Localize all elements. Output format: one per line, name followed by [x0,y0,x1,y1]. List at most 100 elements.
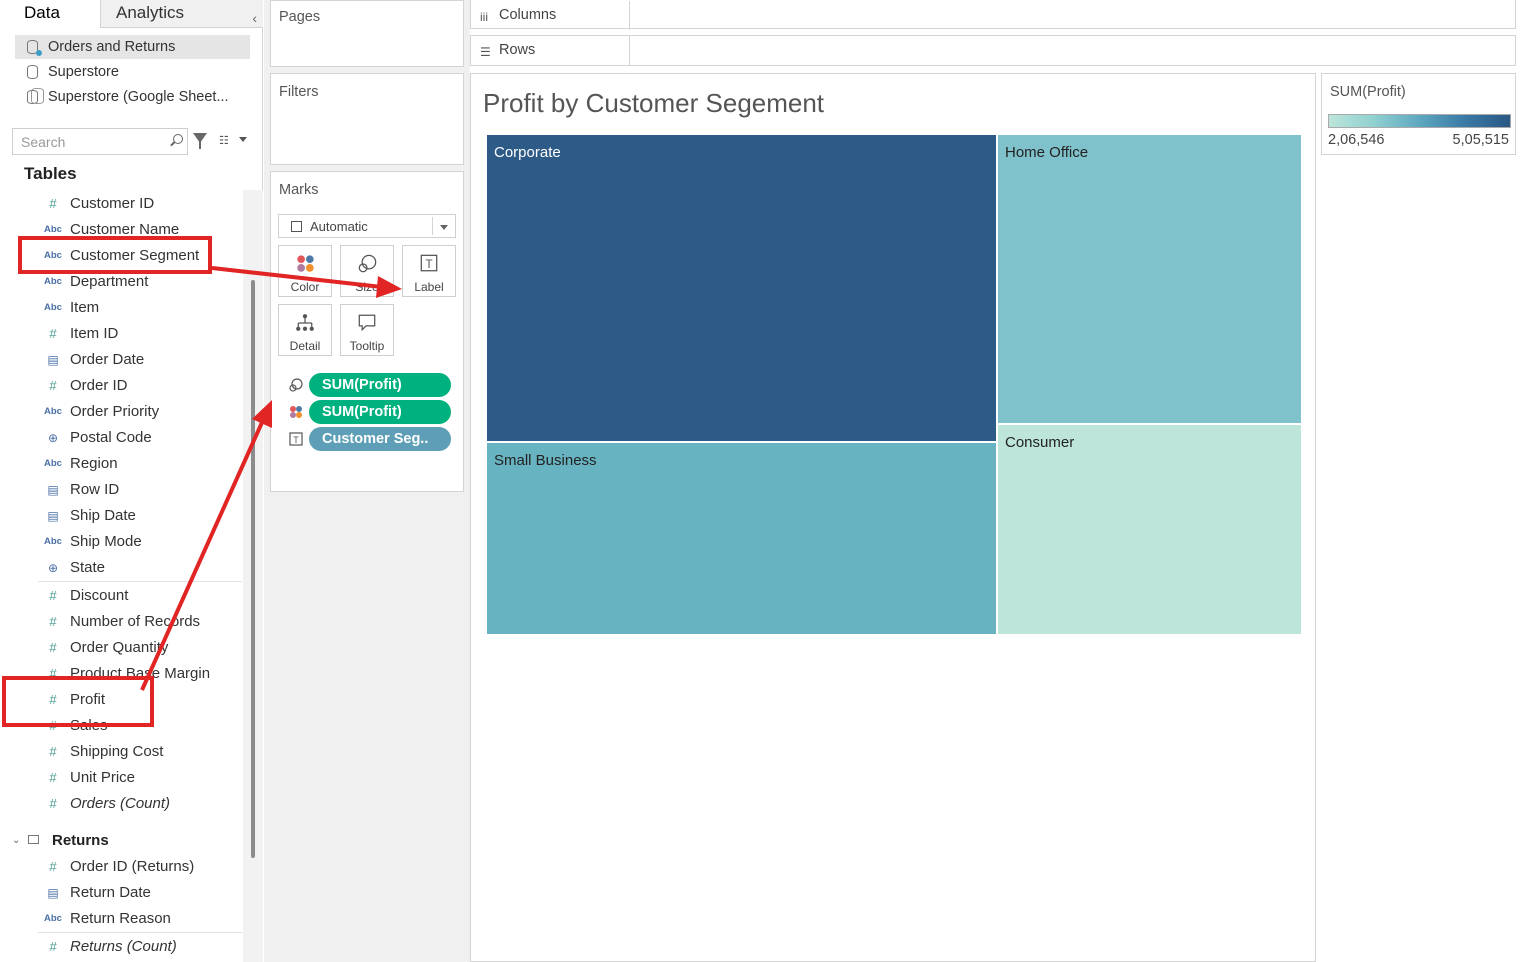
detail-icon [296,314,314,331]
field-item[interactable]: ▤ Ship Date [42,503,242,529]
field-item[interactable]: ▤ Return Date [42,880,242,906]
color-button[interactable]: Color [278,245,332,297]
collapse-pane-icon[interactable]: ‹ [252,5,257,31]
treemap-tile[interactable]: Small Business [486,442,997,635]
field-search-input[interactable]: Search [12,128,188,155]
label-button-label: Label [414,280,444,294]
field-label: Return Reason [70,910,171,927]
field-item[interactable]: # Item ID [42,321,242,347]
field-item[interactable]: # Customer ID [42,191,242,217]
chevron-down-icon[interactable] [239,137,247,142]
field-label: Order ID (Returns) [70,858,195,875]
field-item[interactable]: # Orders (Count) [42,791,242,817]
viz-canvas: Profit by Customer Segement Corporate Hom… [470,73,1316,962]
number-type-icon: # [49,378,57,393]
number-type-icon: # [49,614,57,629]
returns-table-header[interactable]: ⌄ Returns [8,830,243,852]
number-type-icon: # [49,640,57,655]
number-type-icon: # [49,326,57,341]
field-item[interactable]: # Number of Records [42,609,242,635]
data-pane: Data Analytics ‹ Orders and Returns Supe… [0,0,263,962]
size-pill[interactable]: SUM(Profit) [309,373,451,397]
chevron-down-icon[interactable]: ⌄ [12,835,20,846]
treemap-tile-label: Consumer [1005,434,1075,451]
number-type-icon: # [49,859,57,874]
datasource-item[interactable]: Superstore (Google Sheet... [15,85,250,109]
field-label: Orders (Count) [70,795,171,812]
field-label: Order ID [70,377,128,394]
label-button[interactable]: T Label [402,245,456,297]
size-icon [289,378,303,392]
pages-shelf[interactable]: Pages [270,0,464,67]
field-item[interactable]: # Returns (Count) [42,934,242,960]
legend-min-value: 2,06,546 [1328,132,1385,148]
filters-shelf[interactable]: Filters [270,73,464,165]
field-label: Ship Date [70,507,136,524]
marks-title: Marks [279,182,319,198]
field-label: Unit Price [70,769,136,786]
mark-type-dropdown[interactable]: Automatic [278,214,456,238]
treemap-tile[interactable]: Consumer [997,424,1302,635]
field-item[interactable]: # Discount [42,583,242,609]
datasource-icon [27,40,42,56]
color-pill[interactable]: SUM(Profit) [309,400,451,424]
field-item[interactable]: Abc Region [42,451,242,477]
legend-title: SUM(Profit) [1330,84,1406,100]
field-item[interactable]: # Order Quantity [42,635,242,661]
geo-type-icon: ⊕ [47,431,59,445]
field-item[interactable]: # Unit Price [42,765,242,791]
detail-button[interactable]: Detail [278,304,332,356]
field-item[interactable]: ⊕ Postal Code [42,425,242,451]
highlight-box-customer-segment [18,236,212,274]
columns-shelf[interactable]: iii Columns [470,0,1516,30]
section-divider [38,581,242,582]
field-item[interactable]: Abc Item [42,295,242,321]
datasource-icon [27,65,38,79]
field-label: Number of Records [70,613,201,630]
treemap-tile[interactable]: Corporate [486,134,997,442]
dropdown-separator [432,217,433,235]
field-item[interactable]: # Order ID (Returns) [42,854,242,880]
view-list-icon[interactable]: ☷ [219,134,229,147]
field-label: Ship Mode [70,533,142,550]
date-type-icon: ▤ [47,483,59,497]
columns-icon: iii [480,10,488,24]
number-type-icon: # [49,939,57,954]
treemap-tile[interactable]: Home Office [997,134,1302,424]
label-pill[interactable]: Customer Seg.. [309,427,451,451]
field-item[interactable]: Abc Order Priority [42,399,242,425]
svg-text:T: T [293,435,299,445]
returns-table-title: Returns [52,832,109,849]
pane-tabs: Data Analytics ‹ [0,0,263,28]
filters-title: Filters [279,84,319,100]
rows-shelf[interactable]: ☰ Rows [470,35,1516,66]
field-item[interactable]: ▤ Row ID [42,477,242,503]
field-label: Postal Code [70,429,152,446]
string-type-icon: Abc [44,302,62,313]
field-item[interactable]: # Order ID [42,373,242,399]
size-icon [358,254,377,273]
tooltip-button[interactable]: Tooltip [340,304,394,356]
field-item[interactable]: # Shipping Cost [42,739,242,765]
field-label: Row ID [70,481,120,498]
field-item[interactable]: ⊕ State [42,555,242,581]
pages-title: Pages [279,9,321,25]
size-button[interactable]: Size [340,245,394,297]
label-icon: T [289,432,303,446]
field-label: Order Quantity [70,639,169,656]
datasource-item[interactable]: Orders and Returns [15,35,250,59]
field-label: Customer ID [70,195,155,212]
marks-pill-row: SUM(Profit) [286,373,452,397]
datasource-label: Superstore [48,64,119,80]
field-item[interactable]: ▤ Order Date [42,347,242,373]
tab-data[interactable]: Data [0,0,100,28]
filter-icon[interactable] [193,133,207,149]
tab-analytics[interactable]: Analytics ‹ [100,0,263,28]
field-item[interactable]: Abc Ship Mode [42,529,242,555]
color-legend[interactable]: SUM(Profit) 2,06,546 5,05,515 [1321,73,1516,155]
highlight-box-profit [2,676,154,727]
datasource-label: Superstore (Google Sheet... [48,89,229,105]
scrollbar-thumb[interactable] [251,280,255,858]
field-item[interactable]: Abc Return Reason [42,906,242,932]
datasource-item[interactable]: Superstore [15,60,250,84]
